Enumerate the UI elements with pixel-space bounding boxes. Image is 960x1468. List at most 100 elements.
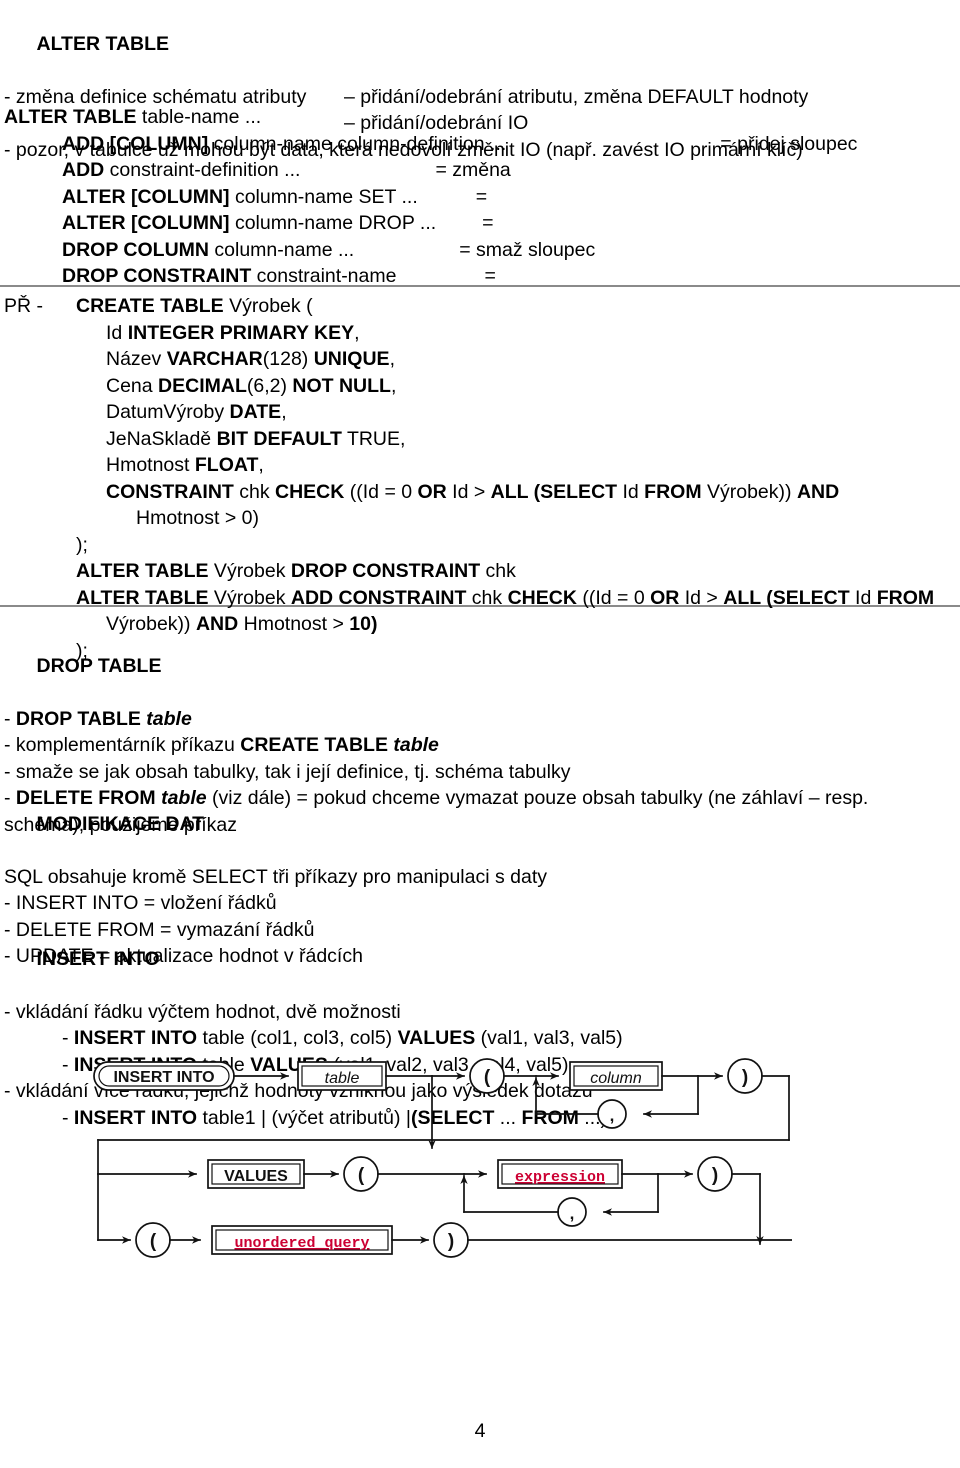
example-line-11-part-5: ((Id = 0 xyxy=(576,586,651,609)
example-line-3-part-1: DECIMAL xyxy=(158,374,247,397)
document-page: ALTER TABLE - změna definice schématu at… xyxy=(0,0,960,1468)
syntax-operand: constraint-name xyxy=(251,265,397,287)
example-line-2-part-4: , xyxy=(389,348,395,370)
syntax-operand: column-name ... xyxy=(208,238,355,261)
example-line-4-part-2: , xyxy=(281,401,287,423)
drop-table-line: - smaže se jak obsah tabulky, tak i její… xyxy=(4,759,956,786)
example-line-7-part-6: ALL (SELECT xyxy=(490,480,618,503)
example-line-3-part-4: , xyxy=(390,374,397,397)
syntax-clause: ALTER [COLUMN] column-name DROP ... xyxy=(62,210,436,237)
syntax-keyword: DROP COLUMN xyxy=(62,238,209,261)
example-line-11-part-9: Id xyxy=(849,586,877,609)
example-line-8-part-0: Hmotnost > 0) xyxy=(136,507,260,529)
drop-table-line: - DROP TABLE table xyxy=(4,706,956,733)
page-number: 4 xyxy=(474,1420,486,1442)
syntax-meaning: = xyxy=(475,185,488,208)
example-code-line: CONSTRAINT chk CHECK ((Id = 0 OR Id > AL… xyxy=(76,479,956,506)
alter-table-syntax-row: DROP COLUMN column-name ... = smaž sloupe… xyxy=(4,237,956,264)
example-line-11-part-6: OR xyxy=(650,586,680,609)
syntax-operand: column-name SET ... xyxy=(229,185,418,208)
example-line-11-part-8: ALL (SELECT xyxy=(723,586,850,609)
drop-line-1-part-2: table xyxy=(393,734,439,756)
example-code-line: CREATE TABLE Výrobek ( xyxy=(76,293,956,320)
node-comma-2-label: , xyxy=(570,1204,575,1223)
example-code-line: ALTER TABLE Výrobek ADD CONSTRAINT chk C… xyxy=(76,585,956,612)
example-line-11-part-10: FROM xyxy=(876,586,935,609)
alter-table-syntax-head-keyword: ALTER TABLE xyxy=(4,106,137,128)
syntax-clause: DROP COLUMN column-name ... xyxy=(62,237,354,264)
alter-table-title: ALTER TABLE xyxy=(36,32,170,55)
example-line-11-part-1: Výrobek xyxy=(208,586,291,609)
example-code-line: ALTER TABLE Výrobek DROP CONSTRAINT chk xyxy=(76,558,956,585)
example-line-4-part-1: DATE xyxy=(229,401,282,423)
example-line-10-part-1: Výrobek xyxy=(208,560,291,582)
alter-table-syntax-row: ALTER [COLUMN] column-name DROP ... = xyxy=(4,210,956,237)
node-column-label: column xyxy=(590,1070,642,1087)
syntax-meaning: = xyxy=(482,212,494,234)
example-line-3-part-3: NOT NULL xyxy=(292,374,391,397)
example-line-9-part-0: ); xyxy=(76,533,88,556)
insert-into-title: INSERT INTO xyxy=(36,947,160,970)
example-line-6-part-2: , xyxy=(258,454,264,476)
example-code-line: DatumVýroby DATE, xyxy=(76,399,956,426)
alter-table-syntax-section: ALTER TABLE table-name ... ADD [COLUMN] … xyxy=(4,104,956,290)
example-line-3-part-0: Cena xyxy=(106,374,159,397)
syntax-keyword: DROP CONSTRAINT xyxy=(62,265,252,287)
node-rparen-3-label: ) xyxy=(448,1231,454,1252)
example-code-line: Id INTEGER PRIMARY KEY, xyxy=(76,320,956,347)
drop-line-0-part-2: table xyxy=(146,707,192,730)
example-line-6-part-0: Hmotnost xyxy=(106,454,195,476)
create-table-example-section: PŘ - CREATE TABLE Výrobek (Id INTEGER PR… xyxy=(4,293,956,664)
alter-table-syntax-row: ALTER [COLUMN] column-name SET ... = xyxy=(4,184,956,211)
example-line-1-part-2: , xyxy=(354,321,360,344)
example-line-7-part-7: Id xyxy=(617,480,645,503)
drop-line-1-part-1: CREATE TABLE xyxy=(240,734,394,756)
node-expression-label: expression xyxy=(515,1169,605,1186)
example-label: PŘ - xyxy=(4,295,43,317)
example-line-7-part-2: CHECK xyxy=(275,480,345,503)
example-code-block: CREATE TABLE Výrobek (Id INTEGER PRIMARY… xyxy=(76,293,956,664)
alter-table-syntax-row: ADD constraint-definition ... = změna xyxy=(4,157,956,184)
insert-line-1-part-2: table (col1, col3, col5) xyxy=(197,1027,398,1049)
example-line-2-part-2: (128) xyxy=(262,348,314,370)
node-lparen-3-label: ( xyxy=(150,1231,157,1252)
insert-into-line: - INSERT INTO table (col1, col3, col5) V… xyxy=(4,1025,956,1052)
syntax-meaning: = přidej sloupec xyxy=(720,132,858,155)
example-line-10-part-3: chk xyxy=(480,560,516,582)
example-line-10-part-2: DROP CONSTRAINT xyxy=(290,560,481,582)
node-rparen-1-label: ) xyxy=(742,1067,748,1088)
insert-line-2-part-0: - xyxy=(62,1053,74,1076)
example-line-7-part-9: Výrobek)) xyxy=(701,480,797,503)
example-line-6-part-1: FLOAT xyxy=(194,454,259,476)
node-rparen-2-label: ) xyxy=(712,1165,718,1186)
example-line-1-part-0: Id xyxy=(106,321,128,344)
alter-table-syntax-head: ALTER TABLE table-name ... xyxy=(4,104,956,131)
syntax-operand: column-name column-definition ... xyxy=(208,132,507,155)
syntax-keyword: ADD xyxy=(62,159,105,181)
insert-line-1-part-4: (val1, val3, val5) xyxy=(475,1027,623,1049)
node-lparen-2-label: ( xyxy=(358,1165,365,1186)
insert-into-heading: INSERT INTO xyxy=(4,919,956,999)
example-line-2-part-1: VARCHAR xyxy=(166,348,263,370)
example-line-10-part-0: ALTER TABLE xyxy=(76,560,209,582)
example-line-11-part-7: Id > xyxy=(679,586,724,609)
example-line-7-part-4: OR xyxy=(417,480,447,503)
drop-table-title: DROP TABLE xyxy=(36,654,162,677)
example-line-5-part-1: BIT DEFAULT xyxy=(216,427,342,450)
drop-line-0-part-1: DROP TABLE xyxy=(15,707,147,730)
example-code-line: Hmotnost > 0) xyxy=(76,505,956,532)
example-code-line: Název VARCHAR(128) UNIQUE, xyxy=(76,346,956,373)
insert-line-1-part-3: VALUES xyxy=(397,1027,476,1049)
modifikace-dat-line: SQL obsahuje kromě SELECT tři příkazy pr… xyxy=(4,865,547,888)
example-code-line: Hmotnost FLOAT, xyxy=(76,452,956,479)
modifikace-dat-title: MODIFIKACE DAT xyxy=(36,812,205,835)
section-divider-top xyxy=(0,285,960,287)
syntax-keyword: ALTER [COLUMN] xyxy=(62,185,230,208)
example-line-7-part-3: ((Id = 0 xyxy=(344,480,418,503)
example-line-11-part-2: ADD CONSTRAINT xyxy=(290,586,467,609)
example-line-4-part-0: DatumVýroby xyxy=(106,401,230,423)
insert-into-line: - vkládání řádku výčtem hodnot, dvě možn… xyxy=(4,999,956,1026)
syntax-keyword: ALTER [COLUMN] xyxy=(62,212,230,234)
alter-table-syntax-head-operand: table-name ... xyxy=(136,106,262,128)
example-line-7-part-10: AND xyxy=(796,480,840,503)
